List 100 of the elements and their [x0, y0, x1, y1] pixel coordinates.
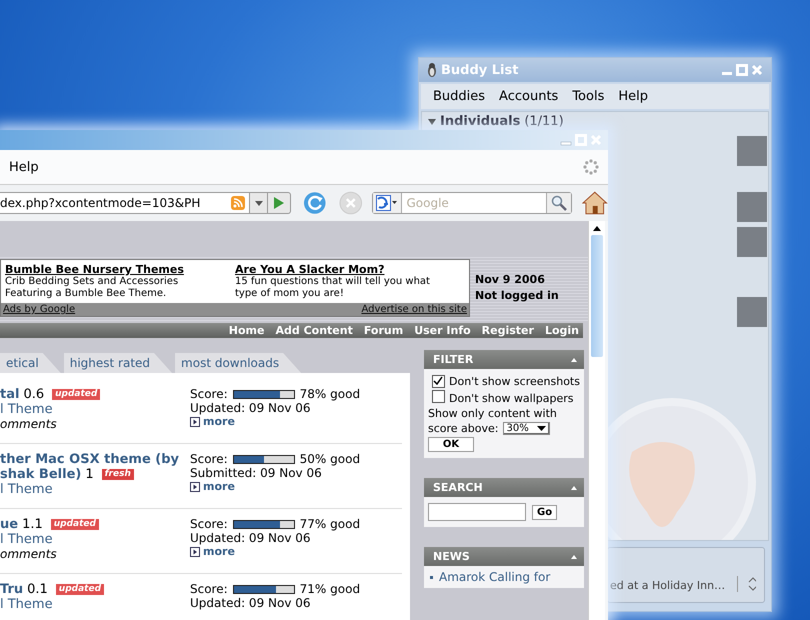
- score-filter-label: score above:: [428, 422, 498, 435]
- bullet-icon: [430, 576, 433, 578]
- score-select[interactable]: 30%: [502, 422, 550, 435]
- more-link[interactable]: more: [203, 480, 235, 494]
- sort-tab[interactable]: most downloads: [175, 353, 302, 373]
- item-title-link[interactable]: shak Belle): [0, 467, 82, 482]
- menu-item[interactable]: Help: [618, 89, 648, 104]
- checkbox[interactable]: [432, 390, 445, 403]
- box-title: FILTER: [433, 353, 474, 366]
- reload-icon[interactable]: [303, 191, 327, 215]
- score-label: Score:: [190, 452, 228, 466]
- checkbox[interactable]: [432, 375, 445, 388]
- nav-link[interactable]: Register: [482, 324, 534, 337]
- expander-icon[interactable]: [428, 118, 436, 126]
- item-version: 1: [85, 467, 94, 482]
- nav-link[interactable]: Add Content: [275, 324, 353, 337]
- close-icon[interactable]: [751, 64, 763, 76]
- ad-text: 15 fun questions that will tell you what type of mom you are!: [235, 276, 431, 300]
- stop-icon[interactable]: [338, 191, 362, 215]
- score-text: 71% good: [300, 582, 360, 596]
- item-date: Submitted: 09 Nov 06: [190, 466, 323, 480]
- item-date: Updated: 09 Nov 06: [190, 401, 312, 415]
- item-version: 1.1: [22, 517, 43, 532]
- collapse-icon[interactable]: [571, 486, 577, 490]
- item-title-link[interactable]: ther Mac OSX theme (by: [0, 452, 180, 467]
- collapse-icon[interactable]: [571, 554, 577, 558]
- search-icon[interactable]: [551, 195, 568, 211]
- ok-button[interactable]: OK: [428, 437, 474, 452]
- nav-link[interactable]: Login: [544, 324, 579, 337]
- score-text: 78% good: [300, 387, 360, 401]
- search-bar[interactable]: Google: [372, 192, 572, 214]
- search-engine-icon[interactable]: [376, 195, 398, 211]
- history-dropdown-button[interactable]: [250, 192, 268, 214]
- status-badge: updated: [56, 584, 104, 595]
- menu-item[interactable]: Accounts: [499, 89, 558, 104]
- status-badge: updated: [52, 389, 100, 400]
- category-link[interactable]: l Theme: [0, 402, 190, 417]
- expand-icon: [190, 482, 200, 492]
- menu-item[interactable]: Buddies: [433, 89, 486, 104]
- advertise-link[interactable]: Advertise on this site: [361, 304, 467, 315]
- item-title-link[interactable]: tal: [0, 387, 20, 402]
- comments-link[interactable]: omments: [0, 417, 190, 432]
- status-selector[interactable]: ed at a Holiday Inn…: [607, 547, 765, 603]
- comments-link[interactable]: omments: [0, 547, 190, 562]
- status-badge: fresh: [102, 469, 134, 480]
- item-date: Updated: 09 Nov 06: [190, 531, 312, 545]
- scrollbar[interactable]: [588, 221, 605, 620]
- up-down-arrows-icon: [737, 576, 756, 592]
- ads-by-google-link[interactable]: Ads by Google: [3, 304, 76, 315]
- scroll-thumb[interactable]: [591, 235, 603, 357]
- item-version: 0.1: [27, 582, 48, 597]
- score-text: 77% good: [300, 517, 360, 531]
- penguin-icon: [427, 63, 437, 77]
- category-link[interactable]: l Theme: [0, 482, 190, 497]
- checkbox-label: Don't show screenshots: [449, 375, 580, 388]
- scroll-up-icon[interactable]: [593, 226, 601, 230]
- window-title: Buddy List: [441, 62, 520, 78]
- checkbox-label: Don't show wallpapers: [449, 392, 574, 405]
- login-status: Not logged in: [475, 288, 559, 304]
- nav-link[interactable]: Forum: [364, 324, 404, 337]
- go-button[interactable]: [268, 192, 292, 214]
- group-count: (1/11): [524, 114, 564, 129]
- throbber-icon: [583, 159, 599, 175]
- avatar-placeholder: [737, 227, 767, 257]
- status-badge: updated: [50, 519, 99, 530]
- score-label: Score:: [190, 582, 228, 596]
- item-title-link[interactable]: Tru: [0, 582, 24, 597]
- menu-item[interactable]: Tools: [572, 89, 604, 104]
- sort-tab[interactable]: etical: [0, 353, 61, 373]
- address-field[interactable]: dex.php?xcontentmode=103&PH: [0, 192, 250, 214]
- collapse-icon[interactable]: [571, 358, 577, 362]
- search-input[interactable]: [428, 503, 526, 521]
- more-link[interactable]: more: [203, 415, 235, 429]
- nav-link[interactable]: User Info: [414, 324, 471, 337]
- avatar-placeholder: [737, 192, 767, 222]
- expand-icon: [190, 417, 200, 427]
- group-name[interactable]: Individuals: [440, 114, 520, 129]
- news-link[interactable]: Amarok Calling for: [439, 570, 550, 584]
- score-label: Score:: [190, 517, 228, 531]
- maximize-icon[interactable]: [736, 64, 748, 76]
- go-button[interactable]: Go: [532, 504, 558, 520]
- play-icon: [274, 197, 284, 209]
- item-date: Updated: 09 Nov 06: [190, 596, 312, 610]
- box-title: NEWS: [433, 550, 470, 563]
- sort-tab[interactable]: highest rated: [64, 353, 172, 373]
- ad-link[interactable]: Bumble Bee Nursery Themes: [5, 263, 205, 276]
- expand-icon: [190, 547, 200, 557]
- score-label: Score:: [190, 387, 228, 401]
- category-link[interactable]: l Theme: [0, 597, 190, 612]
- more-link[interactable]: more: [203, 545, 235, 559]
- category-link[interactable]: l Theme: [0, 532, 190, 547]
- box-title: SEARCH: [433, 481, 483, 494]
- score-filter-label: Show only content with: [428, 407, 558, 420]
- menu-item[interactable]: Help: [9, 160, 39, 174]
- feed-icon[interactable]: [231, 196, 246, 210]
- nav-link[interactable]: Home: [228, 324, 264, 337]
- home-icon[interactable]: [582, 191, 608, 215]
- ad-link[interactable]: Are You A Slacker Mom?: [235, 263, 449, 276]
- score-text: 50% good: [300, 452, 360, 466]
- item-title-link[interactable]: ue: [0, 517, 18, 532]
